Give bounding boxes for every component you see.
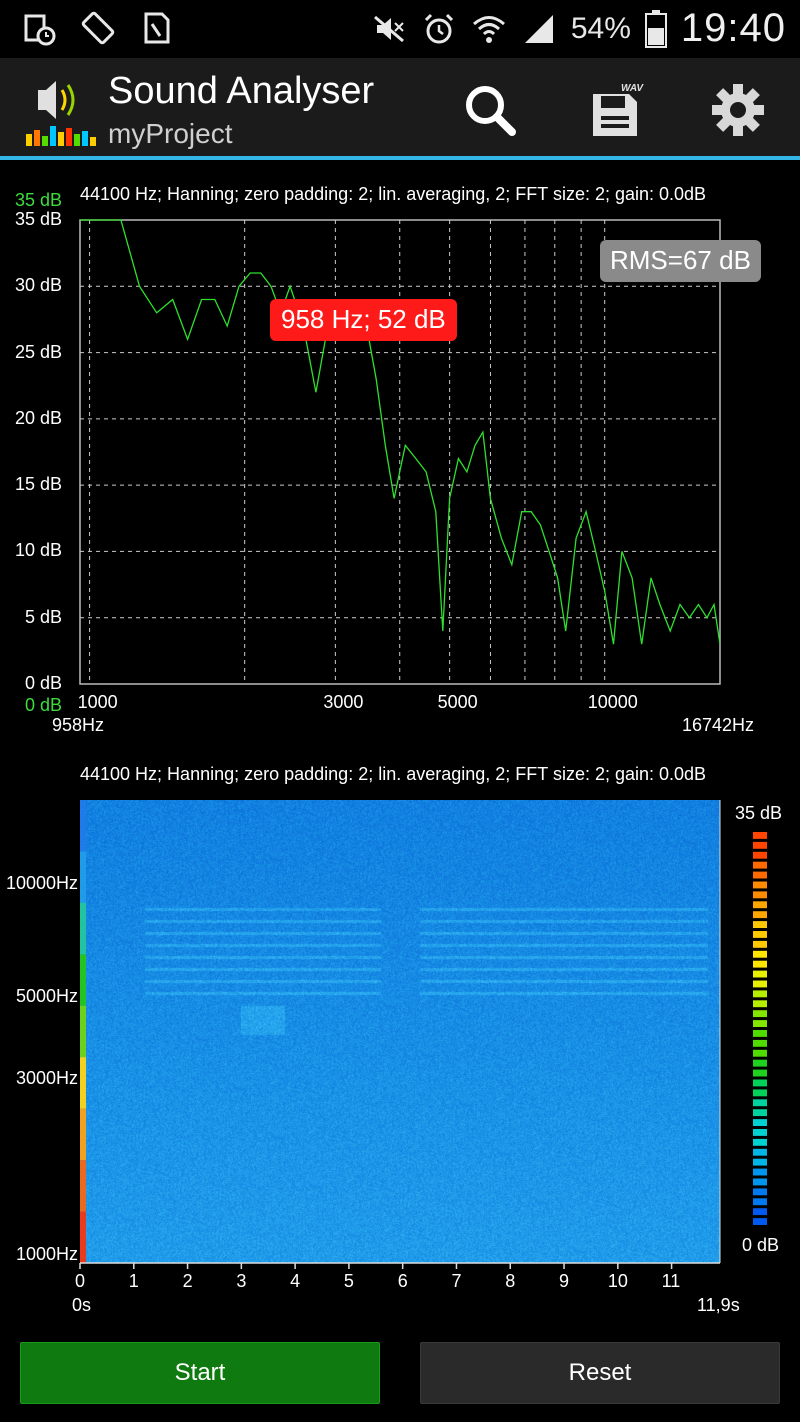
left-scale-segment xyxy=(80,1005,86,1058)
time-tick-label: 11 xyxy=(661,1271,681,1291)
db-scale-segment xyxy=(753,1030,767,1037)
left-scale-segment xyxy=(80,851,86,903)
db-scale-segment xyxy=(753,851,767,859)
db-scale-segment xyxy=(753,1000,767,1008)
db-scale-segment xyxy=(753,1198,767,1206)
db-scale-segment xyxy=(753,1079,767,1087)
db-scale-segment xyxy=(753,990,767,998)
time-tick-label: 2 xyxy=(182,1271,193,1291)
time-end-label: 11,9s xyxy=(697,1295,740,1315)
db-scale-segment xyxy=(753,960,767,968)
db-scale-segment xyxy=(753,1129,767,1136)
db-scale-segment xyxy=(753,940,767,948)
freq-tick-label: 5000Hz xyxy=(15,985,78,1006)
time-tick-label: 0 xyxy=(75,1271,86,1291)
spectrogram-axes xyxy=(79,800,767,1269)
left-scale-segment xyxy=(80,1211,86,1263)
db-scale-segment xyxy=(753,1148,767,1156)
db-scale-segment xyxy=(753,911,767,919)
db-scale-segment xyxy=(753,832,767,839)
db-scale-segment xyxy=(753,871,767,879)
freq-tick-label: 1000Hz xyxy=(15,1244,78,1264)
time-tick-label: 10 xyxy=(607,1271,628,1291)
db-scale-segment xyxy=(753,950,767,958)
db-scale-segment xyxy=(753,1089,767,1097)
db-scale-segment xyxy=(753,970,767,978)
db-scale-segment xyxy=(753,1138,767,1146)
db-scale-segment xyxy=(753,921,767,928)
reset-button[interactable]: Reset xyxy=(420,1342,780,1404)
freq-tick-label: 10000Hz xyxy=(5,873,78,894)
db-scale-segment xyxy=(753,1020,767,1027)
left-scale-segment xyxy=(80,954,86,1006)
start-button[interactable]: Start xyxy=(20,1342,380,1404)
db-scale-segment xyxy=(753,1158,767,1166)
db-scale-segment xyxy=(753,891,767,899)
left-scale-segment xyxy=(80,902,86,955)
db-scale-segment xyxy=(753,1059,767,1067)
db-scale-segment xyxy=(753,980,767,988)
db-scale-segment xyxy=(753,1188,767,1196)
db-scale-segment xyxy=(753,861,767,869)
db-scale-segment xyxy=(753,1039,767,1047)
db-scale-segment xyxy=(753,901,767,909)
left-scale-segment xyxy=(80,1108,86,1161)
db-scale-segment xyxy=(753,1178,767,1186)
time-tick-label: 3 xyxy=(236,1271,247,1291)
db-scale-segment xyxy=(753,841,767,849)
time-tick-label: 9 xyxy=(559,1271,570,1291)
db-scale-segment xyxy=(753,1218,767,1225)
left-scale-segment xyxy=(80,1160,86,1212)
db-scale-segment xyxy=(753,1069,767,1077)
time-tick-label: 6 xyxy=(397,1271,408,1291)
left-scale-segment xyxy=(80,1057,86,1109)
db-scale-segment xyxy=(753,1049,767,1057)
db-scale-segment xyxy=(753,1099,767,1107)
freq-tick-label: 3000Hz xyxy=(15,1068,78,1089)
time-start-label: 0s xyxy=(72,1295,92,1315)
time-tick-label: 7 xyxy=(451,1271,462,1291)
db-scale-segment xyxy=(753,1010,767,1018)
db-scale-segment xyxy=(753,881,767,889)
db-scale-segment xyxy=(753,1109,767,1117)
db-scale-segment xyxy=(753,1119,767,1126)
db-scale-segment xyxy=(753,931,767,938)
time-tick-label: 4 xyxy=(290,1271,301,1291)
db-scale-segment xyxy=(753,1168,767,1176)
time-tick-label: 5 xyxy=(343,1271,354,1291)
time-tick-label: 1 xyxy=(128,1271,139,1291)
left-scale-segment xyxy=(80,800,86,852)
db-scale-segment xyxy=(753,1208,767,1216)
time-tick-label: 8 xyxy=(505,1271,516,1291)
